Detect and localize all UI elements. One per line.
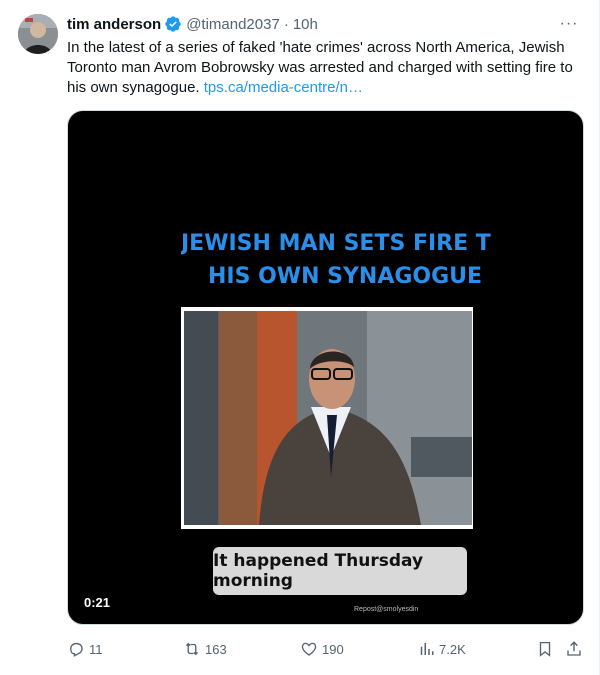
like-count: 190 (322, 641, 344, 657)
bookmark-button[interactable] (536, 636, 558, 662)
video-timecode: 0:21 (84, 595, 111, 610)
repost-count: 163 (205, 641, 227, 657)
tweet-link[interactable]: tps.ca/media-centre/n… (204, 79, 363, 96)
video-scene-image (181, 307, 473, 529)
video-watermark: Repost@smolyesdin (354, 606, 419, 613)
verified-badge-icon (165, 16, 181, 32)
repost-button[interactable]: 163 (183, 636, 227, 662)
reply-button[interactable]: 11 (67, 636, 103, 662)
video-headline-line1: JEWISH MAN SETS FIRE T (181, 231, 491, 256)
views-chart-icon (420, 643, 434, 655)
video-headline: JEWISH MAN SETS FIRE T HIS OWN SYNAGOGUE (181, 227, 501, 293)
like-button[interactable]: 190 (300, 636, 344, 662)
author-name[interactable]: tim anderson (67, 16, 161, 33)
author-handle[interactable]: @timand2037 (186, 16, 280, 33)
avatar[interactable] (18, 14, 58, 54)
reply-count: 11 (89, 641, 103, 657)
reply-icon (70, 642, 83, 657)
tweet-header: tim anderson @timand2037 · 10h ··· (67, 13, 584, 35)
action-bar: 11 163 190 7.2K (67, 636, 587, 662)
video-player[interactable]: JEWISH MAN SETS FIRE T HIS OWN SYNAGOGUE (67, 110, 584, 625)
more-icon: ··· (559, 15, 579, 32)
video-subtitle: It happened Thursday morning (213, 547, 467, 595)
tweet-card[interactable]: tim anderson @timand2037 · 10h ··· In th… (0, 0, 600, 675)
more-options-button[interactable]: ··· (554, 13, 584, 35)
bookmark-icon (539, 641, 551, 657)
views-count: 7.2K (439, 641, 466, 657)
timestamp[interactable]: 10h (293, 16, 318, 33)
video-headline-line2: HIS OWN SYNAGOGUE (208, 264, 483, 289)
tweet-text: In the latest of a series of faked 'hate… (67, 38, 585, 98)
repost-icon (185, 642, 199, 656)
share-icon (567, 641, 581, 656)
views-button[interactable]: 7.2K (417, 636, 466, 662)
heart-icon (301, 642, 317, 656)
separator-dot: · (283, 15, 289, 33)
share-button[interactable] (565, 636, 587, 662)
